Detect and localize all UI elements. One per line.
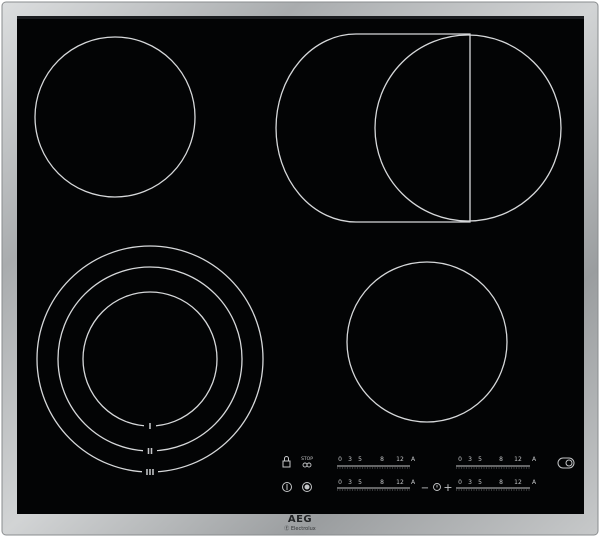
scale-3: 3 [348, 479, 352, 486]
glass-sheen [17, 16, 584, 19]
scale-12: 12 [514, 456, 522, 463]
brand-logo: AEG [288, 514, 312, 525]
scale-12: 12 [396, 456, 404, 463]
scale-3: 3 [468, 479, 472, 486]
scale-0: 0 [458, 479, 462, 486]
ceramic-hob: I II III STOP 0 3 5 8 12 A 0 3 5 8 12 A … [0, 0, 600, 537]
scale-12: 12 [514, 479, 522, 486]
scale-8: 8 [499, 456, 503, 463]
scale-3: 3 [348, 456, 352, 463]
scale-0: 0 [458, 456, 462, 463]
scale-0: 0 [338, 456, 342, 463]
zone-marker-2: II [147, 447, 153, 456]
scale-3: 3 [468, 456, 472, 463]
brand-plate: AEG Ⓔ Electrolux [284, 514, 315, 532]
scale-8: 8 [380, 456, 384, 463]
scale-8: 8 [499, 479, 503, 486]
scale-0: 0 [338, 479, 342, 486]
zone-marker-3: III [146, 468, 155, 477]
glass-top [17, 16, 584, 514]
scale-8: 8 [380, 479, 384, 486]
timer-minus-button[interactable]: − [421, 483, 429, 494]
scale-5: 5 [358, 479, 362, 486]
timer-plus-button[interactable]: + [443, 481, 452, 494]
scale-5: 5 [478, 479, 482, 486]
scale-12: 12 [396, 479, 404, 486]
scale-5: 5 [478, 456, 482, 463]
stop-label: STOP [301, 456, 313, 462]
scale-5: 5 [358, 456, 362, 463]
zone-marker-1: I [149, 422, 152, 431]
brand-sub: Ⓔ Electrolux [284, 525, 315, 532]
